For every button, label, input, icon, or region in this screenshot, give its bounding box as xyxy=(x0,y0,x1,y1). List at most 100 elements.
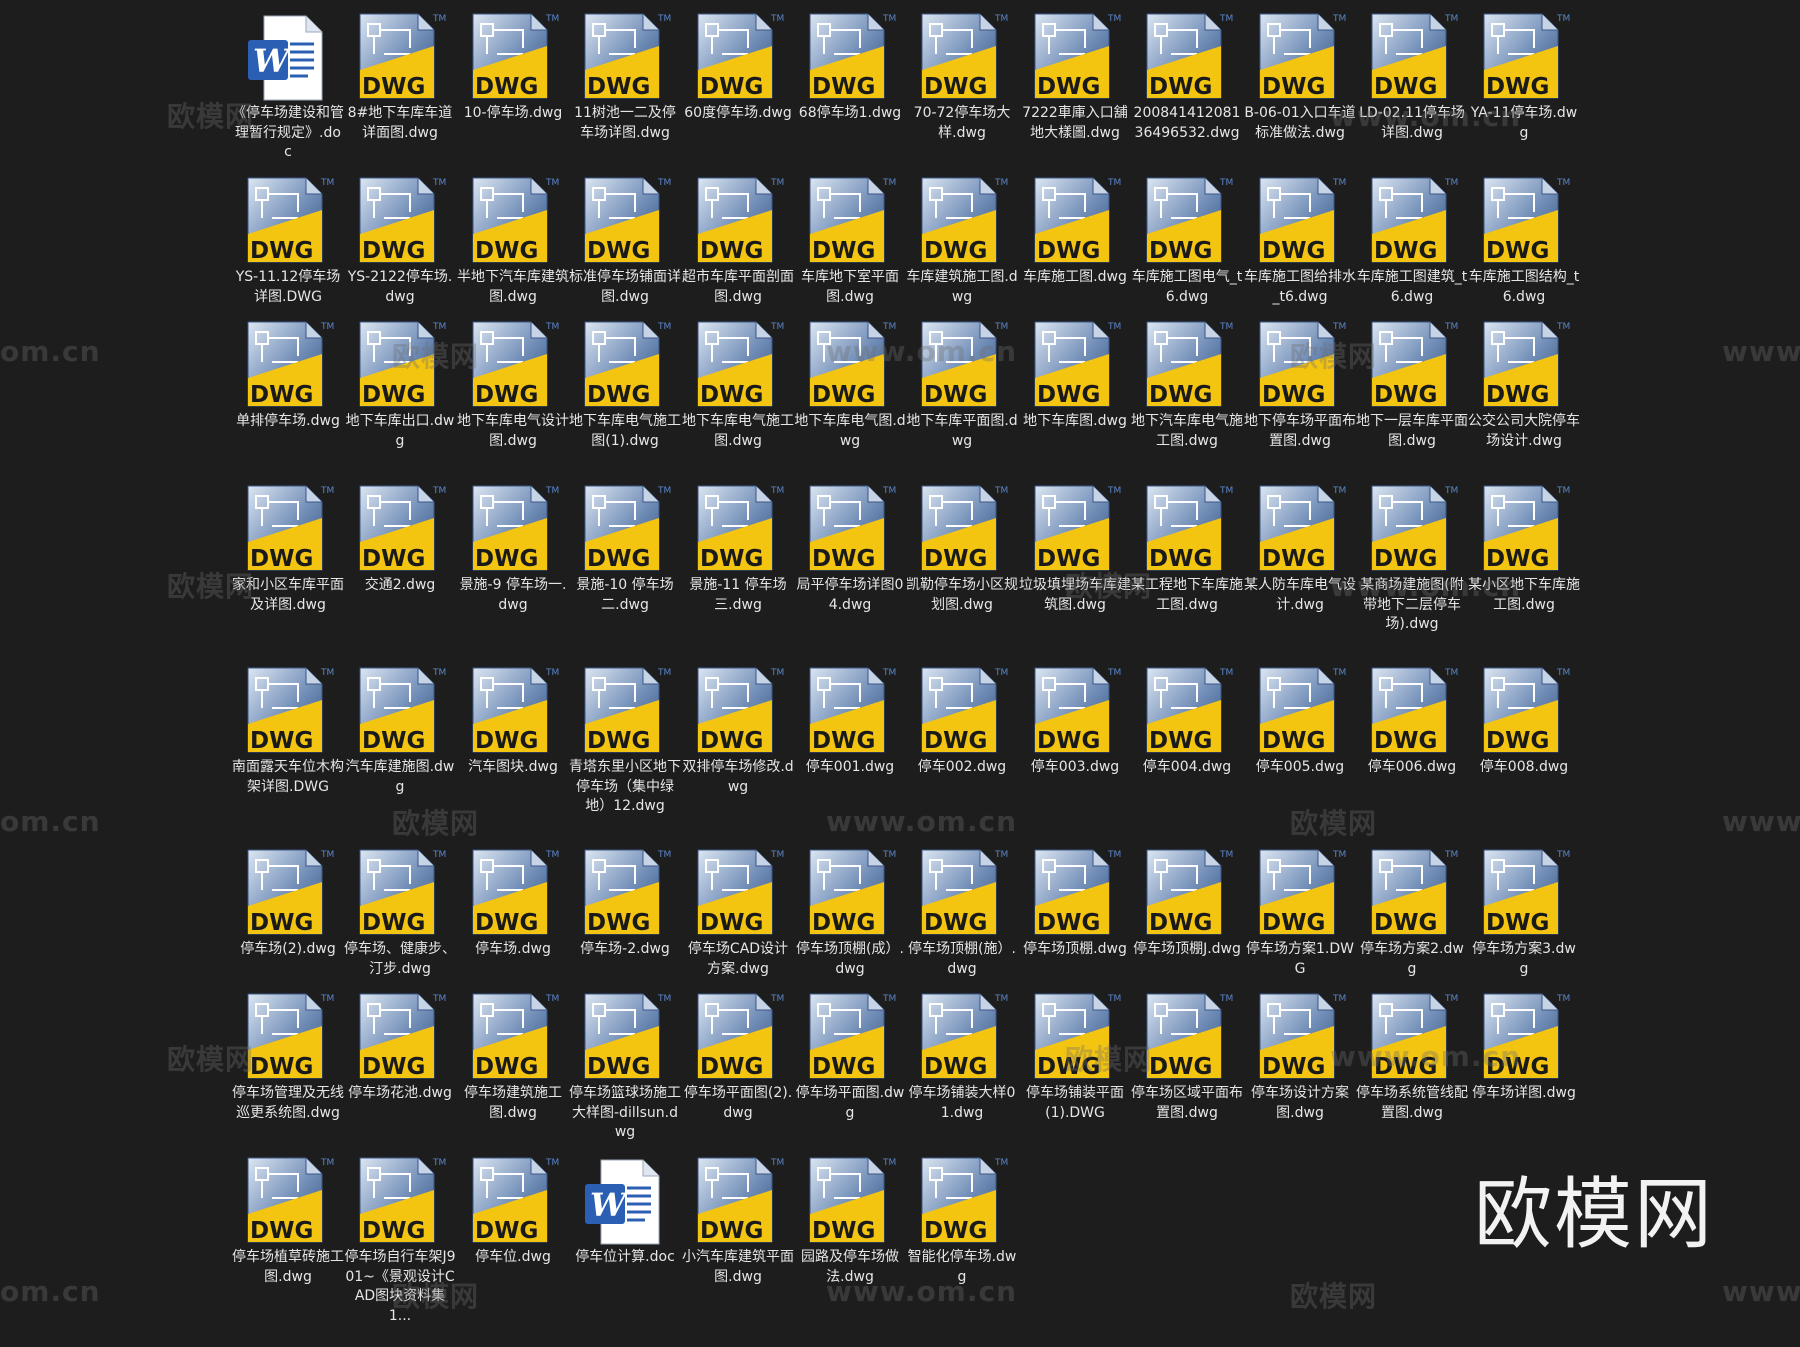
file-item[interactable]: DWG TM 单排停车场.dwg xyxy=(232,318,344,432)
file-item[interactable]: DWG TM 停车场方案1.DWG xyxy=(1244,846,1356,979)
file-item[interactable]: DWG TM 停车场篮球场施工大样图-dillsun.dwg xyxy=(569,990,681,1143)
file-item[interactable]: DWG TM 8#地下车库车道详面图.dwg xyxy=(344,10,456,143)
watermark: www.om.cn xyxy=(826,1275,1018,1308)
file-item[interactable]: W 停车位计算.doc xyxy=(569,1154,681,1268)
file-item[interactable]: DWG TM 停车场平面图(2).dwg xyxy=(682,990,794,1123)
file-item[interactable]: DWG TM 停车场CAD设计方案.dwg xyxy=(682,846,794,979)
file-item[interactable]: DWG TM 停车场-2.dwg xyxy=(569,846,681,960)
dwg-file-icon: DWG TM xyxy=(697,667,784,754)
file-item[interactable]: DWG TM 停车位.dwg xyxy=(457,1154,569,1268)
file-name: 公交公司大院停车场设计.dwg xyxy=(1468,413,1580,449)
file-item[interactable]: DWG TM 7222車庫入口舖地大樣圖.dwg xyxy=(1019,10,1131,143)
file-item[interactable]: DWG TM 停车场顶棚(施）.dwg xyxy=(906,846,1018,979)
svg-text:TM: TM xyxy=(882,994,896,1004)
file-item[interactable]: DWG TM 景施-11 停车场三.dwg xyxy=(682,482,794,615)
file-item[interactable]: DWG TM 停车008.dwg xyxy=(1468,664,1580,778)
file-item[interactable]: DWG TM 局平停车场详图04.dwg xyxy=(794,482,906,615)
file-item[interactable]: DWG TM 停车场顶棚.dwg xyxy=(1019,846,1131,960)
file-item[interactable]: DWG TM 公交公司大院停车场设计.dwg xyxy=(1468,318,1580,451)
svg-text:DWG: DWG xyxy=(362,910,425,936)
file-item[interactable]: DWG TM 景施-9 停车场一.dwg xyxy=(457,482,569,615)
file-item[interactable]: DWG TM 地下车库电气施工图.dwg xyxy=(682,318,794,451)
file-item[interactable]: DWG TM 超市车库平面剖面图.dwg xyxy=(682,174,794,307)
file-item[interactable]: DWG TM 停车场顶棚(成）.dwg xyxy=(794,846,906,979)
file-item[interactable]: DWG TM 园路及停车场做法.dwg xyxy=(794,1154,906,1287)
file-item[interactable]: DWG TM 停车场顶棚J.dwg xyxy=(1131,846,1243,960)
file-item[interactable]: DWG TM 停车场铺装大样01.dwg xyxy=(906,990,1018,1123)
svg-text:TM: TM xyxy=(1107,850,1121,860)
file-item[interactable]: DWG TM 10-停车场.dwg xyxy=(457,10,569,124)
svg-text:DWG: DWG xyxy=(1262,546,1325,572)
file-item[interactable]: DWG TM 某商场建施图(附带地下二层停车场).dwg xyxy=(1356,482,1468,635)
file-item[interactable]: DWG TM 68停车场1.dwg xyxy=(794,10,906,124)
file-item[interactable]: DWG TM 车库施工图结构_t6.dwg xyxy=(1468,174,1580,307)
file-item[interactable]: DWG TM 车库建筑施工图.dwg xyxy=(906,174,1018,307)
file-item[interactable]: DWG TM 停车场平面图.dwg xyxy=(794,990,906,1123)
file-item[interactable]: DWG TM 停车场植草砖施工图.dwg xyxy=(232,1154,344,1287)
file-item[interactable]: DWG TM 停车场(2).dwg xyxy=(232,846,344,960)
file-item[interactable]: DWG TM 汽车图块.dwg xyxy=(457,664,569,778)
file-item[interactable]: DWG TM 停车场方案3.dwg xyxy=(1468,846,1580,979)
svg-text:TM: TM xyxy=(320,178,334,188)
file-name: 停车008.dwg xyxy=(1479,759,1569,775)
file-item[interactable]: DWG TM 车库施工图电气_t6.dwg xyxy=(1131,174,1243,307)
file-item[interactable]: DWG TM YS-2122停车场.dwg xyxy=(344,174,456,307)
file-name: 停车场(2).dwg xyxy=(240,941,336,957)
file-item[interactable]: DWG TM 地下车库电气施工图(1).dwg xyxy=(569,318,681,451)
svg-text:DWG: DWG xyxy=(812,238,875,264)
file-name: 单排停车场.dwg xyxy=(236,413,340,429)
file-item[interactable]: DWG TM 地下车库图.dwg xyxy=(1019,318,1131,432)
file-item[interactable]: DWG TM 停车场.dwg xyxy=(457,846,569,960)
file-item[interactable]: DWG TM 停车006.dwg xyxy=(1356,664,1468,778)
file-name: 停车场平面图(2).dwg xyxy=(683,1085,793,1121)
file-item[interactable]: DWG TM 汽车库建施图.dwg xyxy=(344,664,456,797)
file-item[interactable]: DWG TM 交通2.dwg xyxy=(344,482,456,596)
file-item[interactable]: DWG TM 停车场方案2.dwg xyxy=(1356,846,1468,979)
svg-text:DWG: DWG xyxy=(475,74,538,100)
file-item[interactable]: DWG TM 智能化停车场.dwg xyxy=(906,1154,1018,1287)
file-item[interactable]: DWG TM YS-11.12停车场详图.DWG xyxy=(232,174,344,307)
file-item[interactable]: DWG TM 停车场、健康步、汀步.dwg xyxy=(344,846,456,979)
file-item[interactable]: DWG TM 车库施工图建筑_t6.dwg xyxy=(1356,174,1468,307)
file-item[interactable]: DWG TM 车库地下室平面图.dwg xyxy=(794,174,906,307)
svg-text:TM: TM xyxy=(657,668,671,678)
file-item[interactable]: DWG TM 停车005.dwg xyxy=(1244,664,1356,778)
file-item[interactable]: DWG TM 青塔东里小区地下停车场（集中绿地）12.dwg xyxy=(569,664,681,817)
svg-text:TM: TM xyxy=(657,486,671,496)
file-item[interactable]: DWG TM 凯勒停车场小区规划图.dwg xyxy=(906,482,1018,615)
dwg-file-icon: DWG TM xyxy=(1146,13,1233,100)
file-item[interactable]: DWG TM 小汽车库建筑平面图.dwg xyxy=(682,1154,794,1287)
file-item[interactable]: DWG TM 地下汽车库电气施工图.dwg xyxy=(1131,318,1243,451)
dwg-file-icon: DWG TM xyxy=(1259,485,1346,572)
file-item[interactable]: DWG TM 车库施工图给排水_t6.dwg xyxy=(1244,174,1356,307)
file-name: 超市车库平面剖面图.dwg xyxy=(682,269,794,305)
file-item[interactable]: DWG TM 停车场花池.dwg xyxy=(344,990,456,1104)
file-item[interactable]: DWG TM 停车002.dwg xyxy=(906,664,1018,778)
file-item[interactable]: DWG TM 停车001.dwg xyxy=(794,664,906,778)
file-item[interactable]: DWG TM 停车场建筑施工图.dwg xyxy=(457,990,569,1123)
file-item[interactable]: DWG TM 景施-10 停车场二.dwg xyxy=(569,482,681,615)
file-item[interactable]: DWG TM 南面露天车位木构架详图.DWG xyxy=(232,664,344,797)
file-item[interactable]: DWG TM 停车004.dwg xyxy=(1131,664,1243,778)
file-item[interactable]: W 《停车场建设和管理暂行规定》.doc xyxy=(232,10,344,163)
file-item[interactable]: DWG TM 20084141208136496532.dwg xyxy=(1131,10,1243,143)
file-item[interactable]: DWG TM 标准停车场铺面详图.dwg xyxy=(569,174,681,307)
file-item[interactable]: DWG TM 70-72停车场大样.dwg xyxy=(906,10,1018,143)
dwg-file-icon: DWG TM xyxy=(247,993,334,1080)
svg-text:TM: TM xyxy=(320,850,334,860)
svg-text:TM: TM xyxy=(770,486,784,496)
file-item[interactable]: DWG TM 60度停车场.dwg xyxy=(682,10,794,124)
dwg-file-icon: DWG TM xyxy=(921,849,1008,936)
svg-text:TM: TM xyxy=(1219,178,1233,188)
file-name: 地下一层车库平面图.dwg xyxy=(1356,413,1468,449)
file-item[interactable]: DWG TM 11树池一二及停车场详图.dwg xyxy=(569,10,681,143)
svg-text:DWG: DWG xyxy=(1037,238,1100,264)
file-item[interactable]: DWG TM 双排停车场修改.dwg xyxy=(682,664,794,797)
file-name: 停车场、健康步、汀步.dwg xyxy=(344,941,456,977)
dwg-file-icon: DWG TM xyxy=(472,993,559,1080)
file-item[interactable]: DWG TM 车库施工图.dwg xyxy=(1019,174,1131,288)
svg-text:TM: TM xyxy=(770,1158,784,1168)
file-item[interactable]: DWG TM 停车003.dwg xyxy=(1019,664,1131,778)
file-name: 停车005.dwg xyxy=(1255,759,1345,775)
file-item[interactable]: DWG TM 半地下汽车库建筑图.dwg xyxy=(457,174,569,307)
